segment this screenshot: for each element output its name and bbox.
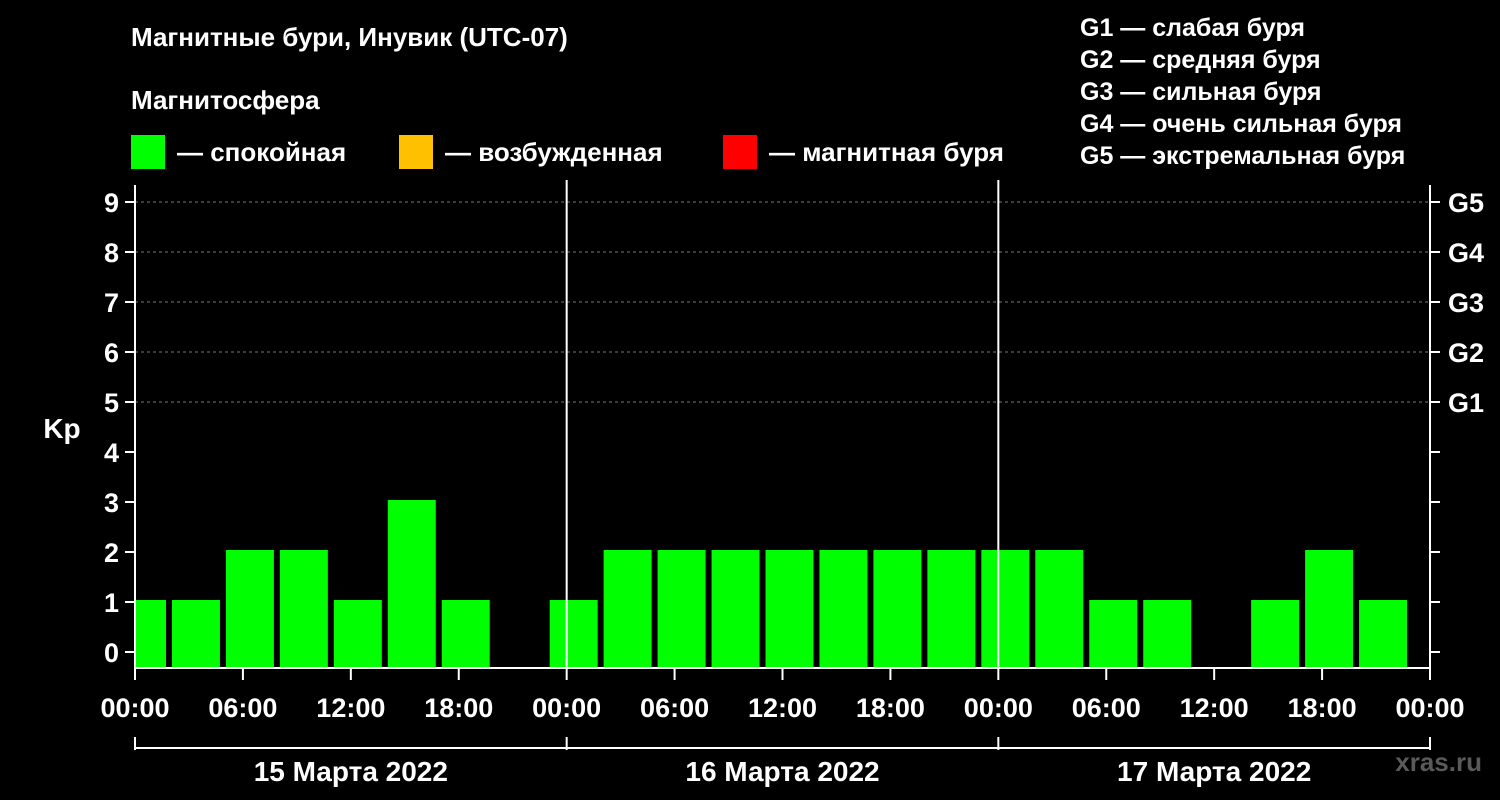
- kp-bar-4: [333, 600, 382, 668]
- y-tick-label: 9: [104, 188, 119, 218]
- day-label: 15 Марта 2022: [254, 756, 448, 787]
- x-tick-label: 18:00: [424, 693, 493, 723]
- kp-chart: 0 1 2 3 4 5 6 7 8 9 G1 G2 G3 G4 G5 Kp 00:00 06:00 12:00 18:…: [43, 180, 1484, 787]
- y-tick-label: 7: [104, 288, 119, 318]
- x-tick-label: 00:00: [100, 693, 169, 723]
- y-tick-label: 3: [104, 488, 119, 518]
- kp-bar-6: [441, 600, 490, 668]
- x-tick-label: 06:00: [640, 693, 709, 723]
- kp-bar-2: [225, 550, 274, 668]
- x-tick-label: 18:00: [856, 693, 925, 723]
- g-tick-label: G4: [1448, 238, 1484, 268]
- kp-bar-12: [819, 550, 868, 668]
- kp-bar-15: [981, 550, 1030, 668]
- y-tick-label: 8: [104, 238, 119, 268]
- g-tick-label: G1: [1448, 388, 1484, 418]
- y-axis-label: Kp: [43, 413, 80, 444]
- kp-bar-14: [927, 550, 976, 668]
- kp-bar-0: [136, 600, 166, 668]
- kp-bar-19: [1251, 600, 1300, 668]
- y-tick-label: 0: [104, 638, 119, 668]
- kp-bar-9: [657, 550, 706, 668]
- x-tick-label: 12:00: [748, 693, 817, 723]
- x-tick-label: 00:00: [1395, 693, 1464, 723]
- kp-bar-7: [549, 600, 598, 668]
- y-tick-label: 4: [104, 438, 119, 468]
- kp-bar-20: [1305, 550, 1354, 668]
- y-tick-label: 5: [104, 388, 119, 418]
- kp-bar-3: [279, 550, 328, 668]
- kp-bar-21: [1359, 600, 1408, 668]
- x-tick-label: 06:00: [1072, 693, 1141, 723]
- y-tick-label: 1: [104, 588, 119, 618]
- kp-bar-8: [603, 550, 652, 668]
- day-label: 17 Марта 2022: [1117, 756, 1311, 787]
- x-tick-label: 12:00: [1180, 693, 1249, 723]
- x-tick-label: 06:00: [208, 693, 277, 723]
- day-label: 16 Марта 2022: [685, 756, 879, 787]
- x-tick-label: 12:00: [316, 693, 385, 723]
- y-tick-label: 6: [104, 338, 119, 368]
- x-tick-label: 00:00: [532, 693, 601, 723]
- kp-bar-16: [1035, 550, 1084, 668]
- g-tick-label: G2: [1448, 338, 1484, 368]
- x-tick-label: 00:00: [964, 693, 1033, 723]
- kp-bar-17: [1089, 600, 1138, 668]
- kp-bar-18: [1143, 600, 1192, 668]
- x-tick-label: 18:00: [1288, 693, 1357, 723]
- kp-bar-13: [873, 550, 922, 668]
- kp-bar-10: [711, 550, 760, 668]
- watermark: xras.ru: [1395, 747, 1482, 777]
- kp-bar-1: [171, 600, 220, 668]
- kp-bar-11: [765, 550, 814, 668]
- kp-bar-5: [387, 500, 436, 668]
- g-tick-label: G5: [1448, 188, 1484, 218]
- g-tick-label: G3: [1448, 288, 1484, 318]
- y-tick-label: 2: [104, 538, 119, 568]
